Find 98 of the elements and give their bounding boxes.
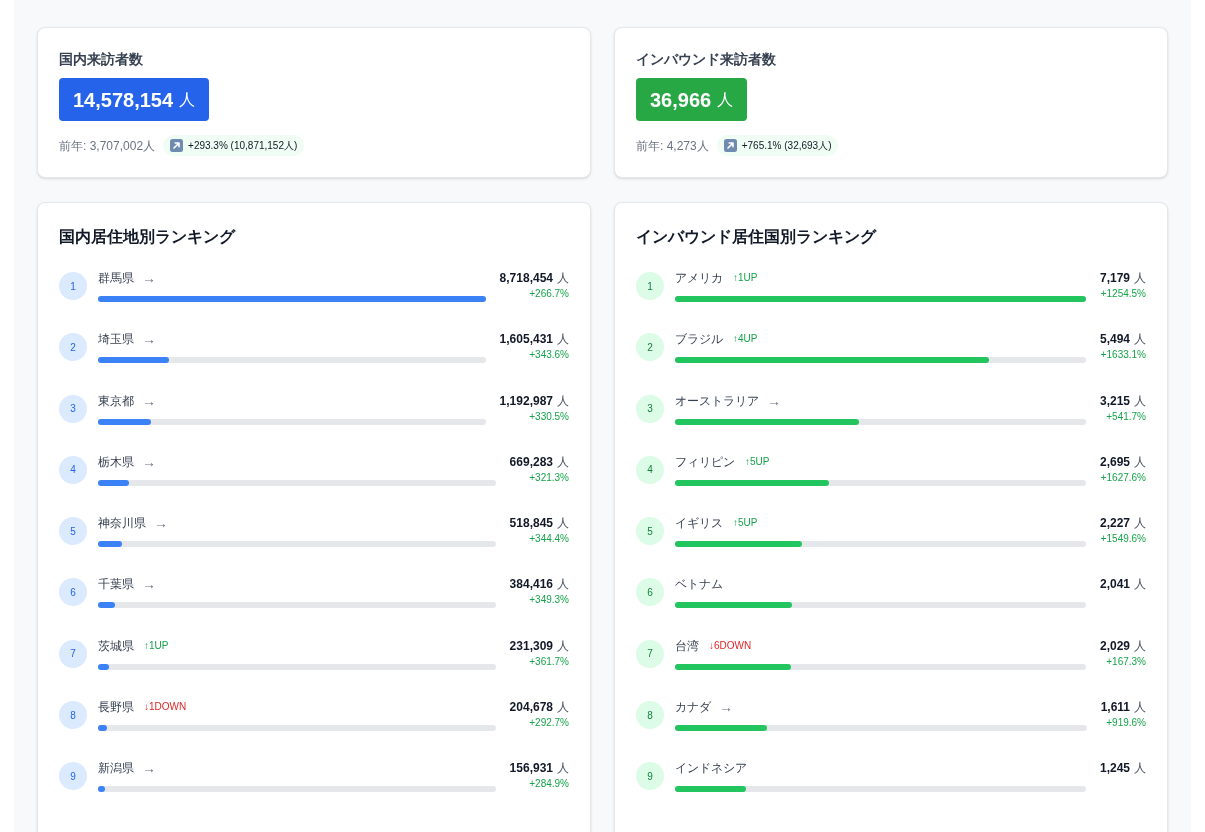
rank-badge: 7 xyxy=(59,639,87,668)
growth-rate: +292.7% xyxy=(528,716,569,731)
rank-badge: 5 xyxy=(59,517,87,546)
area-name: アメリカ xyxy=(675,270,723,286)
visitor-count: 204,678 人 xyxy=(509,699,569,716)
growth-rate: +1549.6% xyxy=(1099,532,1146,547)
rank-change: → xyxy=(142,331,156,348)
area-name: 群馬県 xyxy=(98,270,134,286)
card-title: 国内来訪者数 xyxy=(59,50,144,69)
area-name: 茨城県 xyxy=(98,637,134,654)
rank-change: ↑5UP xyxy=(745,454,770,469)
growth-rate: +1627.6% xyxy=(1099,470,1146,485)
visitor-count: 156,931 人 xyxy=(509,760,569,777)
rank-badge: 6 xyxy=(636,578,664,607)
rank-change: ↑1UP xyxy=(144,638,169,653)
rank-change: ↑4UP xyxy=(733,332,758,347)
area-name: カナダ xyxy=(675,699,711,716)
arrow-up-right-icon xyxy=(170,139,184,152)
rank-badge: 8 xyxy=(636,701,664,730)
growth-rate: +1254.5% xyxy=(1099,287,1146,301)
visitor-count: 1,611 人 xyxy=(1100,699,1146,716)
visitor-count: 2,695 人 xyxy=(1099,453,1146,470)
area-name: 栃木県 xyxy=(98,453,134,470)
visitor-total-box: 36,966 人 xyxy=(636,78,748,121)
change-text: +293.3% (10,871,152人) xyxy=(188,139,298,153)
area-name: 埼玉県 xyxy=(98,331,134,348)
area-name: イギリス xyxy=(675,515,723,532)
rank-badge: 1 xyxy=(636,272,664,300)
rank-badge: 2 xyxy=(59,333,87,362)
area-name: オーストラリア xyxy=(675,392,759,409)
area-name: 台湾 xyxy=(675,637,699,654)
visitor-count: 2,227 人 xyxy=(1099,515,1146,532)
visitor-count: 1,245 人 xyxy=(1099,760,1146,777)
growth-rate: +343.6% xyxy=(528,348,569,363)
area-name: 千葉県 xyxy=(98,576,134,593)
rank-badge: 9 xyxy=(636,762,664,791)
growth-rate: +330.5% xyxy=(528,409,569,424)
rank-change: → xyxy=(767,392,781,409)
growth-rate: +284.9% xyxy=(528,777,569,792)
rank-change: → xyxy=(142,576,156,593)
rank-badge: 9 xyxy=(59,762,87,791)
rank-badge: 3 xyxy=(59,394,87,423)
ranking-title: 国内居住地別ランキング xyxy=(59,227,237,247)
visitor-count: 2,029 人 xyxy=(1099,637,1146,654)
rank-change: ↓1DOWN xyxy=(144,700,187,715)
growth-rate: +344.4% xyxy=(528,532,569,547)
visitor-count: 8,718,454 人 xyxy=(499,270,569,286)
growth-rate: +321.3% xyxy=(528,470,569,485)
area-name: 神奈川県 xyxy=(98,515,146,532)
rank-badge: 4 xyxy=(636,455,664,484)
visitor-total-box: 14,578,154 人 xyxy=(59,78,210,121)
rank-badge: 8 xyxy=(59,701,87,730)
area-name: ブラジル xyxy=(675,331,723,348)
area-name: フィリピン xyxy=(675,453,735,470)
rank-change: → xyxy=(142,453,156,470)
arrow-up-right-icon xyxy=(723,139,737,152)
area-name: ベトナム xyxy=(675,576,723,593)
rank-change: → xyxy=(142,760,156,777)
rank-badge: 7 xyxy=(636,639,664,668)
visitor-count: 5,494 人 xyxy=(1099,331,1146,348)
change-text: +765.1% (32,693人) xyxy=(741,139,832,153)
rank-badge: 3 xyxy=(636,394,664,423)
growth-rate: +266.7% xyxy=(528,287,569,301)
visitor-count: 7,179 人 xyxy=(1099,270,1146,286)
growth-rate: +541.7% xyxy=(1105,409,1146,424)
rank-change: → xyxy=(719,699,733,716)
area-name: 東京都 xyxy=(98,392,134,409)
rank-badge: 2 xyxy=(636,333,664,362)
rank-change: ↑5UP xyxy=(733,516,758,531)
rank-change: ↑1UP xyxy=(733,271,758,285)
rank-change: → xyxy=(142,392,156,409)
visitor-count: 3,215 人 xyxy=(1099,392,1146,409)
area-name: インドネシア xyxy=(675,760,747,777)
growth-rate: +361.7% xyxy=(528,654,569,669)
growth-rate: +919.6% xyxy=(1105,716,1146,731)
visitor-count: 669,283 人 xyxy=(509,453,569,470)
ranking-title: インバウンド居住国別ランキング xyxy=(636,227,878,247)
card-title: インバウンド来訪者数 xyxy=(636,50,777,69)
growth-rate: +1633.1% xyxy=(1099,348,1146,363)
visitor-count: 2,041 人 xyxy=(1099,576,1146,593)
rank-badge: 1 xyxy=(59,272,87,300)
rank-badge: 4 xyxy=(59,455,87,484)
visitor-count: 231,309 人 xyxy=(509,637,569,654)
rank-badge: 5 xyxy=(636,517,664,546)
rank-badge: 6 xyxy=(59,578,87,607)
growth-rate: +349.3% xyxy=(528,593,569,608)
rank-change: ↓6DOWN xyxy=(709,638,752,653)
visitor-count: 518,845 人 xyxy=(509,515,569,532)
previous-year-text: 前年: 4,273人 xyxy=(636,137,709,154)
visitor-count: 1,192,987 人 xyxy=(499,392,569,409)
visitor-count: 1,605,431 人 xyxy=(499,331,569,348)
area-name: 新潟県 xyxy=(98,760,134,777)
previous-year-text: 前年: 3,707,002人 xyxy=(59,137,156,154)
visitor-count: 384,416 人 xyxy=(509,576,569,593)
growth-rate: +167.3% xyxy=(1105,654,1146,669)
rank-change: → xyxy=(142,270,156,286)
area-name: 長野県 xyxy=(98,699,134,716)
rank-change: → xyxy=(154,515,168,532)
